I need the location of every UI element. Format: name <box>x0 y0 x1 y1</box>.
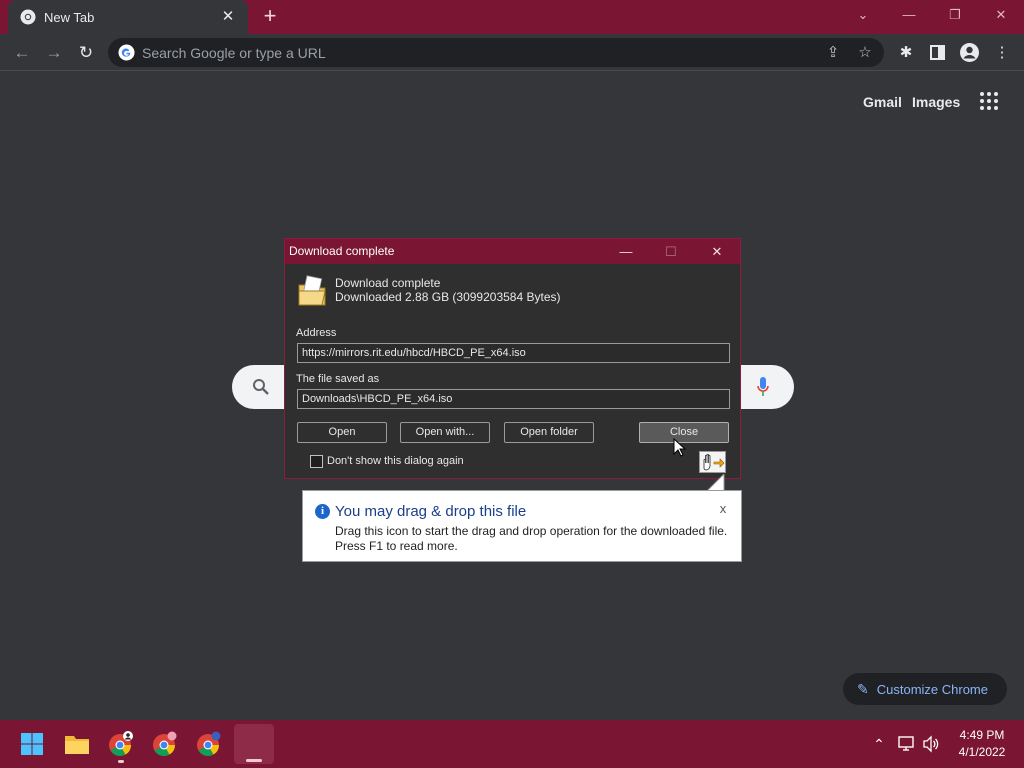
close-window-button[interactable]: ✕ <box>978 4 1024 26</box>
taskbar: ⌃ <box>0 720 1024 768</box>
apps-icon[interactable] <box>980 92 1000 112</box>
tab-search-chevron-icon[interactable]: ⌄ <box>840 4 886 26</box>
dialog-titlebar[interactable]: Download complete — ☐ ✕ <box>285 239 740 264</box>
omnibox[interactable]: ⇪ ☆ <box>108 38 884 67</box>
clock-date[interactable]: 4/1/2022 <box>950 745 1014 759</box>
omnibox-input[interactable] <box>142 38 802 67</box>
forward-icon[interactable]: → <box>41 40 67 66</box>
customize-chrome-label: Customize Chrome <box>876 681 988 697</box>
google-g-icon <box>118 44 135 61</box>
tab-new-tab[interactable]: New Tab ✕ <box>8 0 248 34</box>
dialog-title: Download complete <box>289 244 395 258</box>
back-icon[interactable]: ← <box>9 40 35 66</box>
info-icon: i <box>315 504 330 519</box>
tooltip-close-icon[interactable]: x <box>716 501 730 516</box>
dialog-close-window-button[interactable]: ✕ <box>702 239 732 264</box>
drag-handle-icon[interactable] <box>699 451 726 473</box>
dialog-maximize-button: ☐ <box>665 244 677 259</box>
volume-icon[interactable] <box>922 735 940 753</box>
chevron-up-icon[interactable]: ⌃ <box>869 734 889 754</box>
address-label: Address <box>296 327 337 339</box>
chrome-icon <box>20 9 36 25</box>
download-size-text: Downloaded 2.88 GB (3099203584 Bytes) <box>335 290 561 304</box>
tooltip-title: You may drag & drop this file <box>335 503 527 520</box>
active-indicator <box>246 759 262 762</box>
dialog-heading: Download complete <box>335 276 441 290</box>
dialog-minimize-button[interactable]: — <box>611 239 641 264</box>
chrome-profile-2-icon[interactable] <box>149 728 181 760</box>
tooltip-line-2: Press F1 to read more. <box>335 539 458 553</box>
dont-show-label: Don't show this dialog again <box>327 455 464 467</box>
tooltip-body: Drag this icon to start the drag and dro… <box>335 524 735 554</box>
browser-toolbar: ← → ↻ ⇪ ☆ ✱ ⋮ <box>0 34 1024 71</box>
profile-icon[interactable] <box>960 43 979 62</box>
mic-icon[interactable] <box>756 376 770 398</box>
share-icon[interactable]: ⇪ <box>822 42 844 64</box>
file-explorer-icon[interactable] <box>61 728 93 760</box>
network-icon[interactable] <box>898 736 916 752</box>
tab-close-icon[interactable]: ✕ <box>220 9 236 25</box>
drag-drop-tooltip: i You may drag & drop this file Drag thi… <box>302 490 742 562</box>
mouse-cursor <box>673 438 687 457</box>
chrome-profile-1-icon[interactable] <box>105 728 137 763</box>
restore-button[interactable]: ❐ <box>932 4 978 26</box>
menu-icon[interactable]: ⋮ <box>991 42 1013 64</box>
saved-as-label: The file saved as <box>296 373 380 385</box>
new-tab-button[interactable]: + <box>258 5 282 29</box>
tab-strip: New Tab ✕ + ⌄ — ❐ ✕ <box>0 0 1024 34</box>
pencil-icon: ✎ <box>857 680 869 697</box>
active-window-button[interactable] <box>234 724 274 764</box>
windows-start-icon[interactable] <box>16 728 48 760</box>
chrome-profile-3-icon[interactable] <box>193 728 225 760</box>
reload-icon[interactable]: ↻ <box>73 40 99 66</box>
tab-title: New Tab <box>44 9 95 25</box>
dont-show-checkbox[interactable] <box>310 455 323 468</box>
open-folder-button[interactable]: Open folder <box>504 422 594 443</box>
search-icon <box>253 379 269 395</box>
saved-as-field[interactable] <box>297 389 730 409</box>
open-with-button[interactable]: Open with... <box>400 422 490 443</box>
tooltip-line-1: Drag this icon to start the drag and dro… <box>335 524 728 538</box>
images-link[interactable]: Images <box>912 94 960 110</box>
minimize-button[interactable]: — <box>886 4 932 26</box>
download-folder-icon <box>298 275 326 306</box>
side-panel-icon[interactable] <box>930 45 945 60</box>
extensions-icon[interactable]: ✱ <box>895 42 917 64</box>
customize-chrome-button[interactable]: ✎ Customize Chrome <box>843 673 1007 705</box>
open-button[interactable]: Open <box>297 422 387 443</box>
star-icon[interactable]: ☆ <box>854 42 876 64</box>
gmail-link[interactable]: Gmail <box>863 94 902 110</box>
running-indicator <box>118 760 124 763</box>
clock-time[interactable]: 4:49 PM <box>950 728 1014 742</box>
address-field[interactable] <box>297 343 730 363</box>
